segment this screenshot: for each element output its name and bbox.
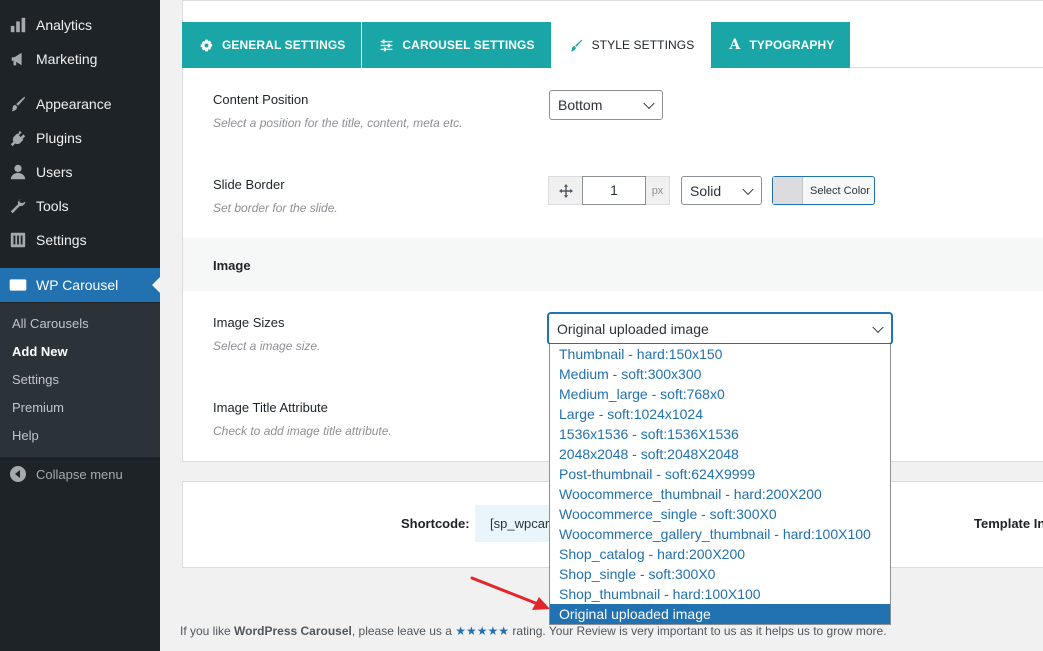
sidebar-item-wp-carousel[interactable]: WP Carousel (0, 268, 160, 302)
image-sizes-select[interactable]: Original uploaded image (548, 313, 892, 344)
sidebar-item-users[interactable]: Users (0, 155, 160, 189)
carousel-icon (0, 276, 36, 294)
submenu-settings[interactable]: Settings (12, 372, 59, 387)
shortcode-value[interactable]: [sp_wpcarousel id="..."] (475, 505, 550, 542)
chevron-down-icon (872, 321, 884, 333)
slide-border-title: Slide Border (213, 177, 285, 192)
image-size-option[interactable]: Woocommerce_gallery_thumbnail - hard:100… (550, 524, 890, 544)
sidebar-item-settings[interactable]: Settings (0, 223, 160, 257)
brush-icon (570, 39, 582, 51)
sliders-icon (381, 39, 393, 51)
image-size-option[interactable]: 1536x1536 - soft:1536X1536 (550, 424, 890, 444)
image-sizes-desc: Select a image size. (213, 339, 321, 353)
gear-icon (200, 39, 213, 51)
bar-chart-icon (0, 16, 36, 34)
border-unit-label: px (646, 176, 670, 205)
shortcode-label: Shortcode: (401, 516, 470, 531)
color-swatch (773, 177, 803, 204)
submenu-premium[interactable]: Premium (12, 400, 64, 415)
image-sizes-title: Image Sizes (213, 315, 285, 330)
submenu-help[interactable]: Help (12, 428, 39, 443)
border-width-handle (548, 176, 582, 205)
wrench-icon (0, 197, 36, 215)
sidebar-item-label: Settings (36, 232, 87, 248)
tab-general-settings[interactable]: GENERAL SETTINGS (182, 22, 362, 68)
chevron-down-icon (742, 183, 754, 195)
admin-sidebar: Analytics Marketing Appearance Plugins U… (0, 0, 160, 651)
wp-carousel-submenu: All Carousels Add New Settings Premium H… (0, 303, 160, 457)
image-size-option[interactable]: Medium - soft:300x300 (550, 364, 890, 384)
tab-style-settings[interactable]: STYLE SETTINGS (551, 22, 711, 68)
sidebar-item-label: Plugins (36, 130, 82, 146)
image-size-option[interactable]: 2048x2048 - soft:2048X2048 (550, 444, 890, 464)
sidebar-item-plugins[interactable]: Plugins (0, 121, 160, 155)
submenu-add-new[interactable]: Add New (12, 344, 68, 359)
sidebar-item-label: Marketing (36, 51, 98, 67)
collapse-label: Collapse menu (36, 466, 123, 482)
sidebar-item-analytics[interactable]: Analytics (0, 8, 160, 42)
select-color-button[interactable]: Select Color (772, 176, 875, 205)
user-icon (0, 163, 36, 181)
image-size-option[interactable]: Post-thumbnail - soft:624X9999 (550, 464, 890, 484)
sidebar-item-label: Analytics (36, 17, 93, 33)
content-position-select[interactable]: Bottom (549, 90, 663, 120)
tab-carousel-settings[interactable]: CAROUSEL SETTINGS (362, 22, 551, 68)
megaphone-icon (0, 50, 36, 68)
image-size-option[interactable]: Original uploaded image (550, 604, 890, 624)
content-position-title: Content Position (213, 92, 309, 107)
image-size-option[interactable]: Thumbnail - hard:150x150 (550, 344, 890, 364)
border-style-select[interactable]: Solid (681, 176, 762, 205)
submenu-all-carousels[interactable]: All Carousels (12, 316, 89, 331)
rating-stars-link[interactable]: ★★★★★ (455, 624, 509, 638)
sidebar-item-label: WP Carousel (36, 277, 119, 293)
collapse-menu-button[interactable]: Collapse menu (0, 462, 123, 486)
image-section-header: Image (183, 238, 1043, 291)
template-include-label: Template In (974, 516, 1043, 531)
sidebar-item-label: Tools (36, 198, 69, 214)
tab-typography[interactable]: A TYPOGRAPHY (711, 22, 851, 68)
paintbrush-icon (0, 95, 36, 113)
sidebar-item-appearance[interactable]: Appearance (0, 87, 160, 121)
image-size-option[interactable]: Shop_single - soft:300X0 (550, 564, 890, 584)
slide-border-desc: Set border for the slide. (213, 201, 338, 215)
chevron-down-icon (643, 97, 655, 110)
sidebar-item-label: Users (36, 164, 73, 180)
image-sizes-dropdown: Thumbnail - hard:150x150 Medium - soft:30… (549, 344, 891, 625)
sidebar-item-label: Appearance (36, 96, 112, 112)
image-size-option[interactable]: Medium_large - soft:768x0 (550, 384, 890, 404)
move-arrows-icon (558, 183, 573, 198)
settings-tabs: GENERAL SETTINGS CAROUSEL SETTINGS STYLE… (182, 22, 851, 68)
image-size-option[interactable]: Shop_thumbnail - hard:100X100 (550, 584, 890, 604)
plug-icon (0, 129, 36, 147)
annotation-arrow-icon (470, 576, 550, 610)
content-position-desc: Select a position for the title, content… (213, 116, 463, 130)
image-size-option[interactable]: Shop_catalog - hard:200X200 (550, 544, 890, 564)
sidebar-item-marketing[interactable]: Marketing (0, 42, 160, 76)
border-width-input[interactable]: 1 (582, 176, 646, 205)
collapse-arrow-icon (0, 466, 36, 482)
font-icon: A (729, 37, 741, 53)
image-title-attr-title: Image Title Attribute (213, 400, 328, 415)
sidebar-item-tools[interactable]: Tools (0, 189, 160, 223)
image-size-option[interactable]: Woocommerce_single - soft:300X0 (550, 504, 890, 524)
image-size-option[interactable]: Woocommerce_thumbnail - hard:200X200 (550, 484, 890, 504)
footer-review-note: If you like WordPress Carousel, please l… (180, 624, 887, 638)
sliders-icon (0, 231, 36, 249)
image-title-attr-desc: Check to add image title attribute. (213, 424, 392, 438)
image-size-option[interactable]: Large - soft:1024x1024 (550, 404, 890, 424)
